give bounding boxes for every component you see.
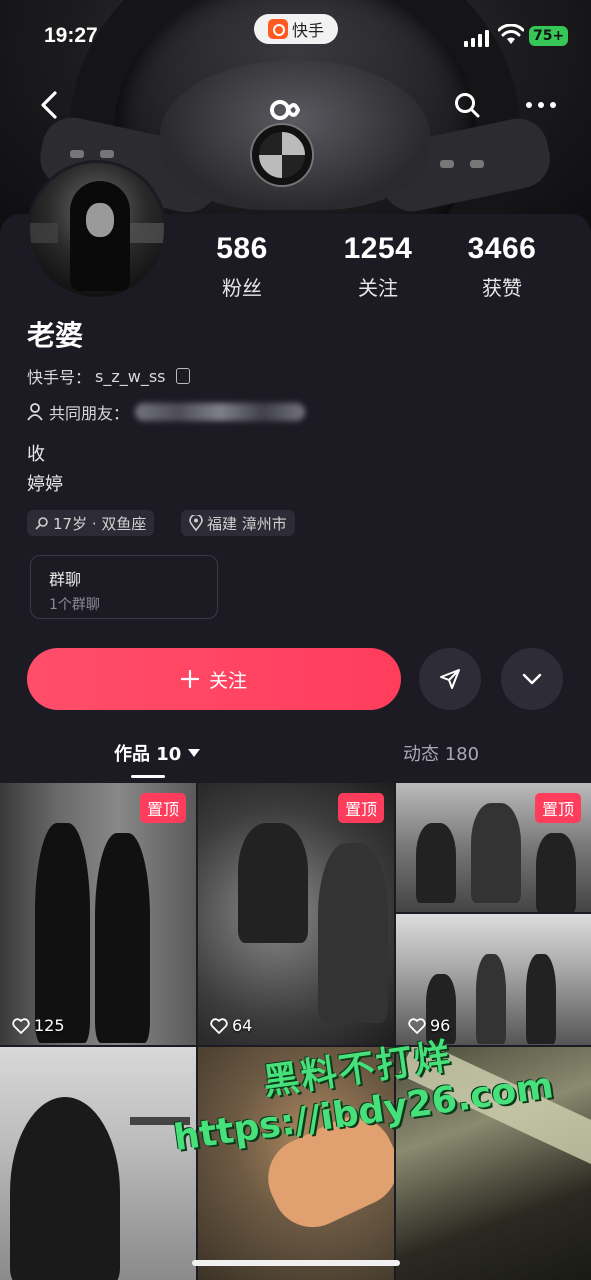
chevron-left-icon: [41, 91, 57, 119]
more-dots-icon: [526, 102, 556, 108]
wifi-icon: [498, 24, 524, 44]
group-chat-card[interactable]: 群聊 1个群聊: [30, 555, 218, 619]
chevron-down-icon: [522, 673, 542, 685]
work-item[interactable]: 置顶 125: [0, 783, 196, 1045]
search-button[interactable]: [450, 88, 484, 122]
avatar[interactable]: [27, 160, 167, 300]
work-item[interactable]: 置顶 64: [198, 783, 394, 1045]
mutual-friends-label: 共同朋友：: [49, 404, 130, 423]
following-count: 1254: [343, 232, 413, 265]
likes-label: 获赞: [482, 276, 522, 300]
back-button[interactable]: [32, 88, 66, 122]
location-tag: 福建 漳州市: [181, 510, 295, 536]
pinned-badge: 置顶: [139, 793, 186, 823]
age-zodiac-tag: 17岁 · 双鱼座: [27, 510, 155, 536]
group-chat-subtitle: 1个群聊: [49, 597, 100, 613]
follow-button[interactable]: 关注: [27, 648, 401, 710]
cellular-signal-icon: [464, 30, 489, 47]
location-text: 福建 漳州市: [207, 514, 287, 533]
like-count: 125: [12, 1016, 65, 1035]
kuaishou-id-value: s_z_w_ss: [95, 366, 166, 386]
wheel-button: [440, 160, 454, 168]
location-pin-icon: [189, 515, 203, 531]
bmw-logo-icon: [252, 125, 312, 185]
copy-icon[interactable]: [175, 368, 190, 384]
profile-bio: 收 婷婷: [27, 440, 63, 500]
mutual-friends-blurred: [135, 403, 306, 421]
following-label: 关注: [358, 276, 398, 300]
bio-line: 婷婷: [27, 474, 63, 495]
message-button[interactable]: [419, 648, 481, 710]
send-icon: [440, 669, 460, 689]
wheel-button: [70, 150, 84, 158]
kuaishou-mark-icon: [268, 92, 302, 126]
like-count-value: 125: [34, 1016, 65, 1035]
stat-followers[interactable]: 586 粉丝: [182, 232, 302, 301]
followers-label: 粉丝: [222, 276, 262, 300]
heart-icon: [12, 1017, 30, 1034]
kuaishou-id-row[interactable]: 快手号： s_z_w_ss: [27, 364, 190, 388]
mutual-friends-row[interactable]: 共同朋友：: [27, 400, 306, 424]
active-tab-indicator: [131, 775, 165, 778]
more-button[interactable]: [524, 88, 558, 122]
gender-icon: [35, 517, 48, 530]
age-zodiac-text: 17岁 · 双鱼座: [53, 514, 147, 533]
bio-line: 收: [27, 444, 45, 465]
heart-icon: [210, 1017, 228, 1034]
person-icon: [27, 403, 43, 421]
status-time: 19:27: [44, 24, 98, 47]
tab-moments[interactable]: 动态 180: [403, 740, 479, 766]
like-count-value: 64: [232, 1016, 253, 1035]
caret-down-icon: [188, 749, 201, 757]
kuaishou-id-label: 快手号：: [27, 368, 92, 387]
pinned-badge: 置顶: [337, 793, 384, 823]
wheel-button: [470, 160, 484, 168]
follow-label: 关注: [208, 669, 247, 692]
kuaishou-logo-icon: [267, 19, 288, 39]
followers-count: 586: [216, 232, 268, 265]
group-chat-title: 群聊: [49, 570, 82, 589]
search-icon: [455, 93, 480, 118]
battery-indicator: 75+: [529, 26, 569, 46]
stat-likes[interactable]: 3466 获赞: [442, 232, 562, 301]
tab-works-label: 作品 10: [114, 744, 182, 765]
app-name: 快手: [291, 21, 324, 40]
home-indicator[interactable]: [192, 1260, 400, 1266]
likes-count: 3466: [467, 232, 537, 265]
stat-following[interactable]: 1254 关注: [318, 232, 438, 301]
expand-button[interactable]: [501, 648, 563, 710]
profile-name: 老婆: [27, 319, 84, 352]
plus-icon: [180, 670, 199, 688]
tab-works[interactable]: 作品 10: [114, 740, 201, 766]
wheel-button: [100, 150, 114, 158]
pinned-badge: 置顶: [534, 793, 581, 823]
like-count: 64: [210, 1016, 252, 1035]
app-return-badge[interactable]: 快手: [254, 14, 338, 44]
work-item[interactable]: 置顶: [396, 783, 591, 912]
